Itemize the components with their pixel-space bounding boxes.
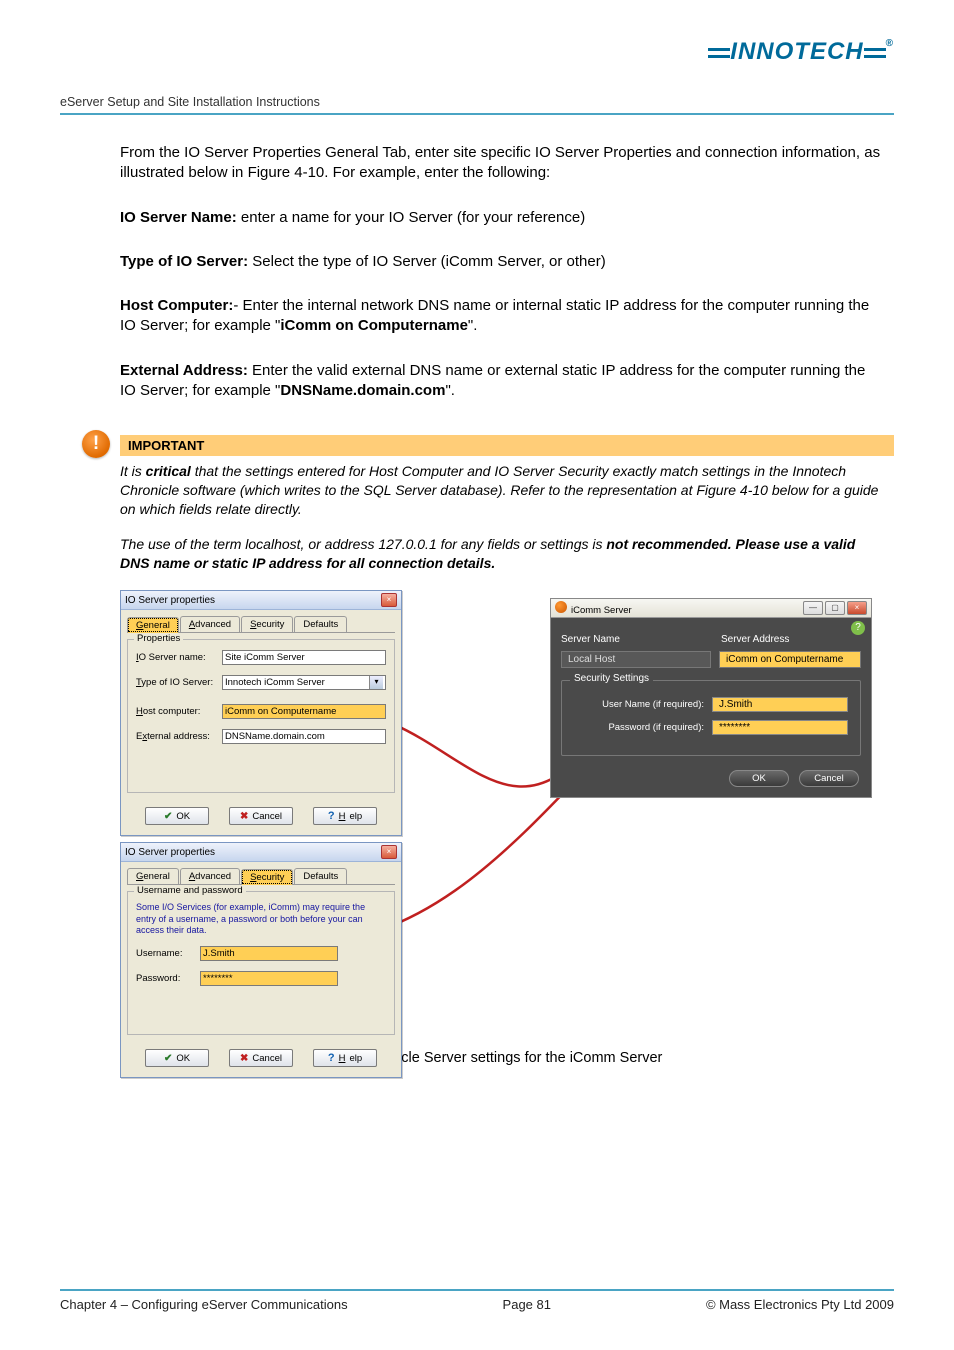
field-external-address: External Address: Enter the valid extern… xyxy=(120,361,884,402)
field-host-computer: Host Computer:- Enter the internal netwo… xyxy=(120,296,884,337)
field-io-server-name: IO Server Name: enter a name for your IO… xyxy=(120,208,884,228)
minimize-icon[interactable]: — xyxy=(803,601,823,615)
document-header: eServer Setup and Site Installation Inst… xyxy=(60,95,894,115)
ok-button[interactable]: OK xyxy=(145,1049,209,1067)
dialog-io-server-properties-general: IO Server properties × General Advanced … xyxy=(120,590,402,836)
alert-icon: ! xyxy=(82,430,110,458)
app-icon xyxy=(555,601,567,613)
close-icon[interactable]: × xyxy=(847,601,867,615)
external-address-input[interactable] xyxy=(222,729,386,744)
cancel-button[interactable]: Cancel xyxy=(229,807,293,825)
password-input[interactable] xyxy=(200,971,338,986)
column-server-name: Server Name xyxy=(561,634,721,645)
important-heading: ! IMPORTANT xyxy=(120,435,894,456)
host-computer-input[interactable] xyxy=(222,704,386,719)
tab-general[interactable]: General xyxy=(127,617,179,633)
username-label: Username: xyxy=(136,948,194,959)
logo-bars-left-icon xyxy=(708,44,730,62)
field-type-of-io-server: Type of IO Server: Select the type of IO… xyxy=(120,252,884,272)
tab-security[interactable]: Security xyxy=(241,869,293,885)
username-input[interactable] xyxy=(200,946,338,961)
footer-right: © Mass Electronics Pty Ltd 2009 xyxy=(706,1297,894,1312)
help-button[interactable]: Help xyxy=(313,1049,377,1067)
footer-left: Chapter 4 – Configuring eServer Communic… xyxy=(60,1297,348,1312)
chevron-down-icon[interactable]: ▾ xyxy=(369,676,383,689)
tab-advanced[interactable]: Advanced xyxy=(180,616,240,632)
group-label: Username and password xyxy=(134,885,246,896)
tab-advanced[interactable]: Advanced xyxy=(180,868,240,884)
type-of-io-server-select[interactable]: Innotech iComm Server ▾ xyxy=(222,675,386,690)
external-address-label: External address: xyxy=(136,731,216,742)
ok-button[interactable]: OK xyxy=(729,770,789,787)
io-server-name-input[interactable] xyxy=(222,650,386,665)
important-body: It is critical that the settings entered… xyxy=(120,462,884,572)
page-footer: Chapter 4 – Configuring eServer Communic… xyxy=(60,1289,894,1312)
password-label: Password (if required): xyxy=(574,722,712,733)
intro-paragraph: From the IO Server Properties General Ta… xyxy=(120,143,884,184)
close-icon[interactable]: × xyxy=(381,845,397,859)
dialog-io-server-properties-security: IO Server properties × General Advanced … xyxy=(120,842,402,1078)
security-description: Some I/O Services (for example, iComm) m… xyxy=(136,902,386,936)
security-settings-label: Security Settings xyxy=(570,673,653,684)
password-input[interactable]: ******** xyxy=(712,720,848,735)
dialog-title: IO Server properties xyxy=(125,847,215,858)
tab-general[interactable]: General xyxy=(127,868,179,884)
tab-security[interactable]: Security xyxy=(241,616,293,632)
server-address-value[interactable]: iComm on Computername xyxy=(719,651,861,668)
server-name-value[interactable]: Local Host xyxy=(561,651,711,668)
cancel-button[interactable]: Cancel xyxy=(229,1049,293,1067)
maximize-icon[interactable]: ▢ xyxy=(825,601,845,615)
group-label: Properties xyxy=(134,633,183,644)
io-server-name-label: IO Server name: xyxy=(136,652,216,663)
username-input[interactable]: J.Smith xyxy=(712,697,848,712)
column-server-address: Server Address xyxy=(721,634,861,645)
brand-logo: INNOTECH® xyxy=(708,38,894,66)
help-button[interactable]: Help xyxy=(313,807,377,825)
cancel-button[interactable]: Cancel xyxy=(799,770,859,787)
tab-defaults[interactable]: Defaults xyxy=(294,616,347,632)
username-label: User Name (if required): xyxy=(574,699,712,710)
logo-bars-right-icon xyxy=(864,44,886,62)
ok-button[interactable]: OK xyxy=(145,807,209,825)
dialog-title: iComm Server xyxy=(571,605,632,616)
tab-defaults[interactable]: Defaults xyxy=(294,868,347,884)
figure-4-10: IO Server properties × General Advanced … xyxy=(120,590,894,1040)
password-label: Password: xyxy=(136,973,194,984)
footer-center: Page 81 xyxy=(503,1297,551,1312)
dialog-icomm-server: iComm Server — ▢ × ? Server Name Server … xyxy=(550,598,872,798)
type-of-io-server-label: Type of IO Server: xyxy=(136,677,216,688)
dialog-title: IO Server properties xyxy=(125,595,215,606)
host-computer-label: Host computer: xyxy=(136,706,216,717)
close-icon[interactable]: × xyxy=(381,593,397,607)
